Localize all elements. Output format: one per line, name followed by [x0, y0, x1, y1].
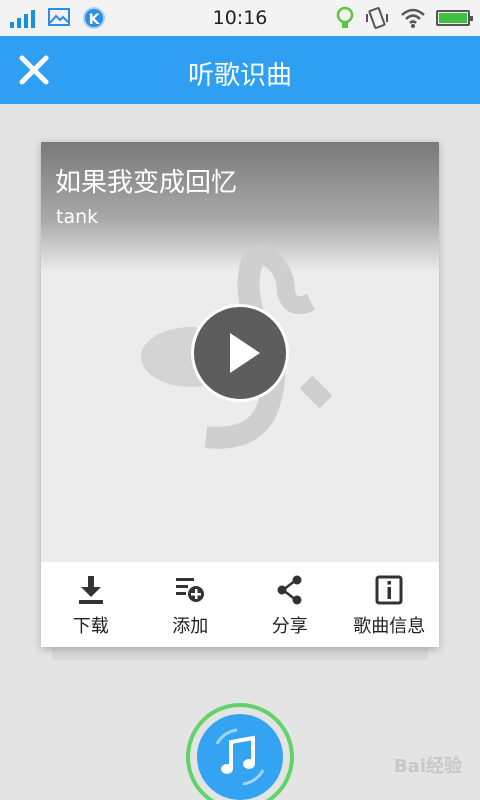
download-button[interactable]: 下载 — [41, 562, 141, 647]
play-button[interactable] — [191, 304, 289, 402]
watermark: Bai经验 — [393, 756, 462, 777]
title-bar: 听歌识曲 — [0, 36, 480, 104]
song-info-button[interactable]: 歌曲信息 — [340, 562, 440, 647]
add-label: 添加 — [172, 616, 209, 637]
song-title: 如果我变成回忆 — [55, 168, 238, 198]
wifi-icon — [401, 8, 425, 28]
page-title: 听歌识曲 — [187, 61, 292, 91]
recognize-button[interactable] — [197, 714, 283, 800]
bulb-icon — [336, 6, 354, 28]
song-info-label: 歌曲信息 — [353, 616, 426, 637]
artist-name: tank — [56, 206, 99, 228]
play-icon — [230, 333, 260, 373]
download-icon — [78, 576, 103, 604]
download-label: 下载 — [72, 616, 109, 637]
share-label: 分享 — [271, 616, 308, 637]
share-icon — [277, 575, 302, 605]
add-to-list-icon — [176, 578, 205, 602]
add-button[interactable]: 添加 — [141, 562, 241, 647]
action-bar: 下载 添加 分享 歌曲信息 — [41, 562, 439, 647]
status-bar: K 10:16 — [0, 0, 480, 36]
info-icon — [375, 575, 403, 605]
battery-icon — [436, 10, 473, 26]
share-button[interactable]: 分享 — [240, 562, 340, 647]
music-note-icon — [215, 728, 265, 786]
song-card: 如果我变成回忆 tank 下载 添加 分享 歌曲信息 — [41, 142, 439, 647]
album-cover: 如果我变成回忆 tank — [41, 142, 439, 562]
vibrate-icon — [366, 7, 388, 29]
